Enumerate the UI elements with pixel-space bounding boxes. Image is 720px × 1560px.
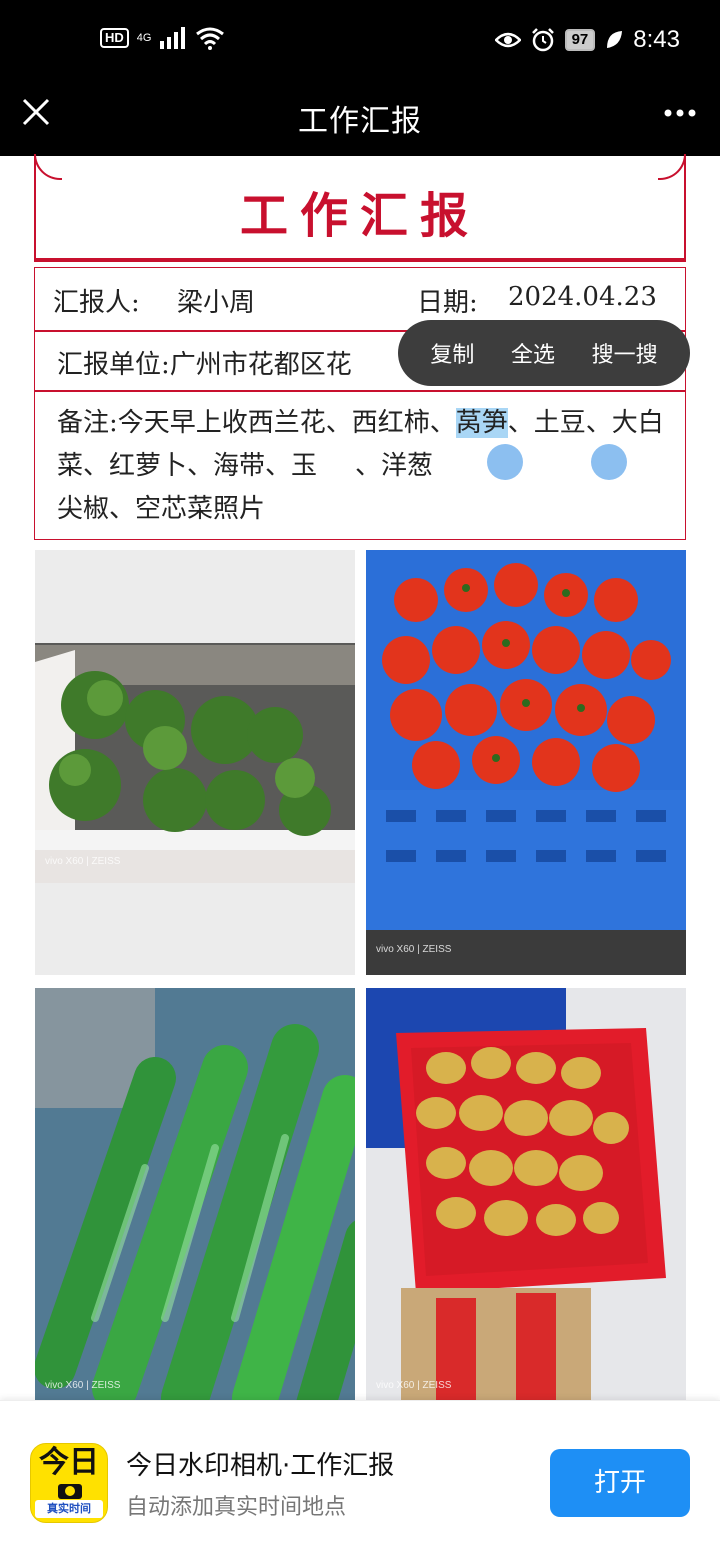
alarm-icon	[531, 28, 554, 52]
app-icon[interactable]: 今日 真实时间	[30, 1443, 108, 1523]
photo-potatoes[interactable]: vivo X60 | ZEISS	[366, 988, 686, 1400]
wifi-icon	[196, 27, 225, 50]
report-title-box: 工作汇报	[34, 154, 686, 262]
clock-time: 8:43	[633, 26, 680, 53]
reporter-label: 汇报人:	[53, 288, 140, 318]
note-text[interactable]: 备注:今天早上收西兰花、西红柿、莴笋、土豆、大白菜、红萝卜、海带、玉 、洋葱 尖椒、…	[57, 402, 667, 531]
status-bar: HD 4G 97 8:43	[0, 0, 720, 80]
reporter-name: 梁小周	[177, 288, 256, 318]
unit-text: 汇报单位:广州市花都区花	[57, 350, 352, 380]
network-type: 4G	[136, 31, 152, 44]
photo-tomatoes[interactable]: vivo X60 | ZEISS	[366, 550, 686, 975]
photo-lettuce[interactable]: vivo X60 | ZEISS	[35, 988, 355, 1400]
selected-text[interactable]: 莴笋	[455, 408, 508, 438]
selection-handle-start[interactable]	[487, 444, 523, 480]
note-row[interactable]: 备注:今天早上收西兰花、西红柿、莴笋、土豆、大白菜、红萝卜、海带、玉 、洋葱 尖椒、…	[34, 391, 686, 540]
battery-icon: 97	[564, 29, 596, 51]
text-selection-menu: 复制 全选 搜一搜	[398, 320, 690, 386]
nav-bar: 工作汇报	[0, 80, 720, 156]
selection-handle-end[interactable]	[591, 444, 627, 480]
app-title: 今日水印相机·工作汇报	[126, 1451, 395, 1481]
broccoli-image	[35, 643, 355, 883]
hd-badge: HD	[100, 28, 129, 48]
divider-line	[34, 258, 686, 261]
copy-menu-item[interactable]: 复制	[430, 337, 474, 369]
note-text-before: 备注:今天早上收西兰花、西红柿、	[57, 408, 456, 438]
photo-broccoli[interactable]: vivo X60 | ZEISS	[35, 550, 355, 975]
select-all-menu-item[interactable]: 全选	[511, 337, 555, 369]
app-icon-caption: 真实时间	[35, 1500, 103, 1518]
app-promo-banner: 今日 真实时间 今日水印相机·工作汇报 自动添加真实时间地点 打开	[0, 1400, 720, 1560]
status-right: 97 8:43	[494, 26, 680, 54]
leaf-icon	[607, 31, 623, 48]
photo-watermark: vivo X60 | ZEISS	[45, 856, 121, 867]
nav-title: 工作汇报	[298, 104, 422, 139]
more-icon[interactable]	[660, 98, 700, 128]
open-app-button[interactable]: 打开	[550, 1449, 690, 1517]
lettuce-image	[35, 988, 355, 1400]
report-title: 工作汇报	[239, 188, 480, 244]
photo-watermark: vivo X60 | ZEISS	[376, 1380, 452, 1391]
eye-icon	[494, 32, 521, 48]
photo-watermark: vivo X60 | ZEISS	[376, 944, 452, 955]
camera-icon	[58, 1484, 82, 1499]
app-icon-text: 今日	[39, 1445, 99, 1480]
potatoes-image	[366, 988, 686, 1400]
signal-icon	[160, 27, 186, 49]
note-text-after2: 、洋葱	[355, 451, 434, 481]
note-text-end: 尖椒、空芯菜照片	[57, 494, 266, 524]
photo-watermark: vivo X60 | ZEISS	[45, 1380, 121, 1391]
date-value: 2024.04.23	[508, 282, 657, 312]
date-label: 日期:	[417, 288, 478, 318]
app-subtitle: 自动添加真实时间地点	[126, 1495, 347, 1520]
tomatoes-image	[366, 550, 686, 975]
search-menu-item[interactable]: 搜一搜	[592, 337, 658, 369]
status-left: HD 4G	[100, 26, 225, 50]
